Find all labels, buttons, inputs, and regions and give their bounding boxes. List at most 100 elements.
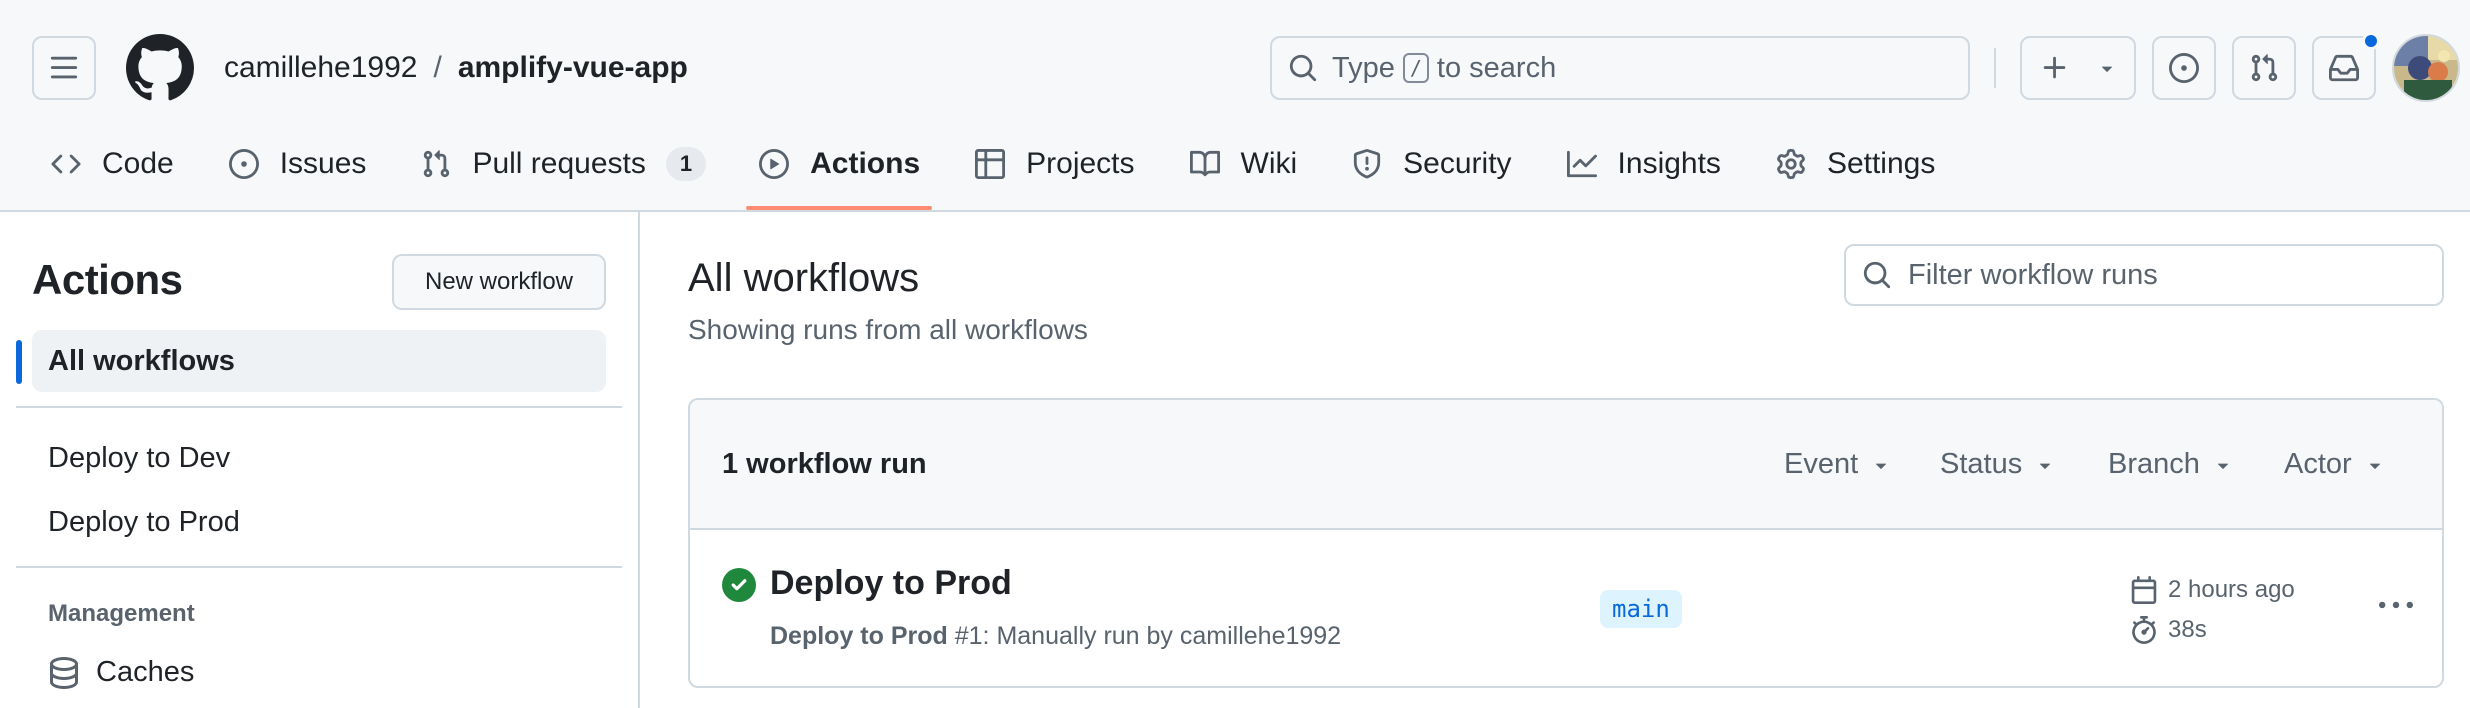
run-title-link[interactable]: Deploy to Prod — [770, 564, 1012, 603]
new-workflow-button[interactable]: New workflow — [392, 254, 606, 310]
code-icon — [50, 148, 82, 180]
tab-label: Projects — [1026, 147, 1135, 180]
run-time-ago: 2 hours ago — [2168, 576, 2295, 603]
run-duration-value: 38s — [2168, 616, 2207, 643]
actor-filter-dropdown[interactable]: Actor — [2284, 448, 2386, 481]
run-options-button[interactable] — [2368, 578, 2424, 634]
hamburger-icon — [50, 56, 78, 79]
calendar-icon — [2130, 576, 2158, 604]
avatar-image — [2394, 36, 2458, 100]
tab-label: Wiki — [1240, 147, 1298, 180]
search-icon — [1288, 53, 1318, 83]
search-shortcut-key: / — [1402, 53, 1429, 83]
tab-label: Insights — [1617, 147, 1721, 180]
chevron-down-icon — [1870, 454, 1892, 476]
tab-actions[interactable]: Actions — [746, 134, 933, 210]
search-icon — [1862, 260, 1892, 290]
breadcrumb-separator: / — [433, 51, 442, 84]
page-subtitle: Showing runs from all workflows — [688, 314, 1088, 345]
sidebar-divider — [16, 566, 622, 568]
user-avatar[interactable] — [2392, 34, 2460, 102]
plus-icon — [2043, 56, 2066, 79]
notifications-button[interactable] — [2312, 32, 2380, 100]
tab-wiki[interactable]: Wiki — [1187, 134, 1300, 194]
stopwatch-icon — [2130, 616, 2158, 644]
filter-placeholder: Filter workflow runs — [1908, 258, 2158, 291]
github-logo-icon[interactable] — [126, 34, 194, 102]
gear-icon — [1775, 148, 1807, 180]
global-header: camillehe1992 / amplify-vue-app Type / t… — [0, 0, 2470, 212]
issue-icon — [228, 148, 260, 180]
tab-insights[interactable]: Insights — [1564, 134, 1723, 194]
run-timestamp: 2 hours ago — [2130, 576, 2295, 604]
tab-pull-requests[interactable]: Pull requests 1 — [418, 134, 708, 194]
pull-request-icon — [2251, 54, 2278, 82]
search-suffix-text: to search — [1436, 51, 1557, 84]
tab-settings[interactable]: Settings — [1773, 134, 1937, 194]
chevron-down-icon — [2364, 454, 2386, 476]
tab-label: Security — [1403, 147, 1512, 180]
branch-badge[interactable]: main — [1600, 590, 1682, 628]
chevron-down-icon — [2212, 454, 2234, 476]
success-check-icon — [722, 568, 756, 602]
tab-label: Settings — [1826, 147, 1936, 180]
tab-security[interactable]: Security — [1349, 134, 1513, 194]
repo-nav: Code Issues Pull requests 1 Actions Proj… — [48, 134, 1937, 212]
active-item-indicator — [16, 340, 22, 384]
run-duration: 38s — [2130, 616, 2207, 644]
search-input[interactable]: Type / to search — [1270, 36, 1970, 100]
your-pull-requests-button[interactable] — [2232, 36, 2296, 100]
sidebar-item-caches[interactable]: Caches — [48, 656, 194, 689]
unread-notification-dot — [2362, 32, 2380, 50]
sidebar-item-all-workflows[interactable]: All workflows — [32, 330, 606, 392]
workflow-runs-header: 1 workflow run Event Status Branch Actor — [690, 400, 2442, 530]
sidebar-title: Actions — [32, 256, 183, 303]
repo-name-link[interactable]: amplify-vue-app — [458, 48, 688, 88]
workflow-run-count: 1 workflow run — [722, 448, 927, 480]
kebab-horizontal-icon — [2379, 601, 2413, 609]
book-icon — [1189, 148, 1221, 180]
tab-issues[interactable]: Issues — [226, 134, 369, 194]
menu-button[interactable] — [32, 36, 96, 100]
database-icon — [48, 656, 80, 689]
status-filter-dropdown[interactable]: Status — [1940, 448, 2056, 481]
dropdown-label: Event — [1784, 448, 1859, 480]
breadcrumb: camillehe1992 / amplify-vue-app — [224, 48, 688, 88]
actions-sidebar: Actions New workflow All workflows Deplo… — [0, 212, 640, 708]
table-icon — [974, 148, 1006, 180]
workflow-runs-box: 1 workflow run Event Status Branch Actor… — [688, 398, 2444, 688]
chevron-down-icon — [2101, 66, 2113, 72]
sidebar-divider — [16, 406, 622, 408]
sidebar-item-deploy-to-dev[interactable]: Deploy to Dev — [48, 442, 230, 475]
management-heading: Management — [48, 600, 195, 627]
graph-icon — [1566, 148, 1598, 180]
tab-label: Actions — [810, 147, 921, 180]
search-prefix-text: Type — [1332, 51, 1395, 84]
branch-filter-dropdown[interactable]: Branch — [2108, 448, 2234, 481]
issue-icon — [2169, 53, 2199, 83]
tab-label: Issues — [279, 147, 367, 180]
run-meta: Deploy to Prod #1: Manually run by camil… — [770, 622, 1341, 651]
shield-icon — [1351, 148, 1383, 180]
event-filter-dropdown[interactable]: Event — [1784, 448, 1892, 481]
caches-label: Caches — [96, 656, 195, 688]
run-description: #1: Manually run by camillehe1992 — [954, 622, 1342, 650]
header-divider — [1994, 48, 1996, 88]
your-issues-button[interactable] — [2152, 36, 2216, 100]
page-title: All workflows — [688, 256, 920, 300]
play-icon — [758, 148, 790, 180]
pull-request-icon — [420, 148, 452, 180]
filter-workflow-runs-input[interactable]: Filter workflow runs — [1844, 244, 2444, 306]
run-workflow-name: Deploy to Prod — [770, 622, 948, 650]
sidebar-item-deploy-to-prod[interactable]: Deploy to Prod — [48, 506, 240, 539]
chevron-down-icon — [2034, 454, 2056, 476]
pull-request-count-badge: 1 — [665, 147, 707, 181]
create-new-button[interactable] — [2020, 36, 2136, 100]
inbox-icon — [2329, 54, 2359, 82]
repo-owner-link[interactable]: camillehe1992 — [224, 48, 417, 88]
tab-projects[interactable]: Projects — [972, 134, 1136, 194]
dropdown-label: Actor — [2284, 448, 2352, 480]
tab-code[interactable]: Code — [48, 134, 176, 194]
tab-label: Code — [102, 147, 174, 180]
dropdown-label: Status — [1940, 448, 2023, 480]
